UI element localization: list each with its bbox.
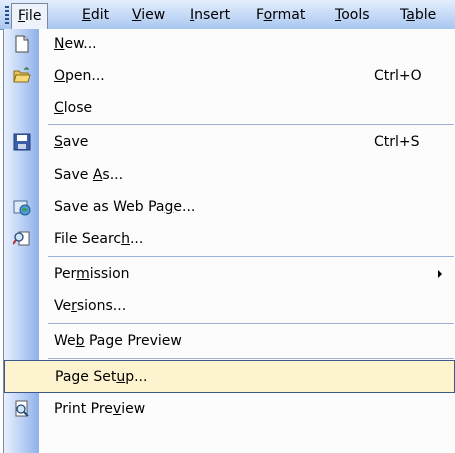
menu-item-open-label: Open... <box>54 67 105 84</box>
menu-item-new-label: New... <box>54 36 97 52</box>
save-disk-icon <box>13 133 31 151</box>
menu-separator <box>48 124 454 125</box>
menu-item-save-as-web-page[interactable]: Save as Web Page... <box>4 191 455 223</box>
menu-format-access-key: o <box>263 7 273 23</box>
menu-item-open[interactable]: Open... Ctrl+O <box>4 59 455 92</box>
menu-edit-access-key: E <box>82 7 91 23</box>
menu-item-permission[interactable]: Permission <box>4 258 455 290</box>
open-folder-icon <box>13 66 31 82</box>
print-preview-icon <box>15 400 29 417</box>
menu-separator <box>48 323 454 324</box>
menu-item-save-shortcut: Ctrl+S <box>374 134 420 150</box>
menu-bar: File Edit View Insert Format Tools Table <box>0 0 455 30</box>
menu-view-label-post: iew <box>141 7 166 23</box>
new-document-icon <box>15 35 29 53</box>
menu-tools-label-post: ools <box>341 7 370 23</box>
menu-item-permission-label: Permission <box>54 266 130 282</box>
menu-file-label-post: ile <box>25 8 42 24</box>
menu-item-close[interactable]: Close <box>4 92 455 123</box>
menu-view-access-key: V <box>132 7 142 23</box>
menu-table-label-post: ble <box>414 7 437 23</box>
menu-insert-label-post: nsert <box>194 7 231 23</box>
submenu-arrow-icon <box>438 270 442 278</box>
menu-item-versions-label: Versions... <box>54 298 127 314</box>
menu-item-save-as-web-page-label: Save as Web Page... <box>54 199 196 215</box>
menu-format-label-post: rmat <box>272 7 306 23</box>
menu-item-save-as[interactable]: Save As... <box>4 158 455 191</box>
menu-edit[interactable]: Edit <box>82 0 109 30</box>
menu-item-new[interactable]: New... <box>4 29 455 59</box>
menu-item-page-setup-label: Page Setup... <box>55 368 148 385</box>
menu-item-versions[interactable]: Versions... <box>4 290 455 322</box>
menu-separator <box>48 256 454 257</box>
menu-item-close-label: Close <box>54 99 93 116</box>
menu-item-save-label: Save <box>54 134 89 150</box>
menu-format[interactable]: Format <box>256 0 305 30</box>
web-page-icon <box>13 200 31 216</box>
menu-item-print-preview[interactable]: Print Preview <box>4 393 455 425</box>
menu-edit-label-post: dit <box>90 7 110 23</box>
menu-file-access-key: F <box>18 8 26 24</box>
menu-view[interactable]: View <box>132 0 165 30</box>
toolbar-grip-handle[interactable] <box>5 6 9 24</box>
menu-tools[interactable]: Tools <box>335 0 370 30</box>
menu-item-web-page-preview[interactable]: Web Page Preview <box>4 325 455 357</box>
file-search-icon <box>13 231 30 246</box>
menu-item-save-as-label: Save As... <box>54 166 124 183</box>
menu-table-access-key: a <box>406 7 415 23</box>
menu-item-file-search-label: File Search... <box>54 231 144 247</box>
menu-item-page-setup[interactable]: Page Setup... <box>4 360 455 393</box>
menu-separator <box>48 358 454 359</box>
file-menu-dropdown: New... Open... Ctrl+O Close Save Ctrl+S … <box>3 29 455 453</box>
menu-item-web-page-preview-label: Web Page Preview <box>54 333 182 349</box>
menu-file[interactable]: File <box>11 3 49 30</box>
menu-item-print-preview-label: Print Preview <box>54 401 146 417</box>
menu-table[interactable]: Table <box>400 0 436 30</box>
menu-format-label-pre: F <box>256 7 264 23</box>
menu-item-open-shortcut: Ctrl+O <box>374 67 422 84</box>
menu-item-file-search[interactable]: File Search... <box>4 223 455 255</box>
menu-insert[interactable]: Insert <box>190 0 230 30</box>
menu-item-save[interactable]: Save Ctrl+S <box>4 126 455 158</box>
